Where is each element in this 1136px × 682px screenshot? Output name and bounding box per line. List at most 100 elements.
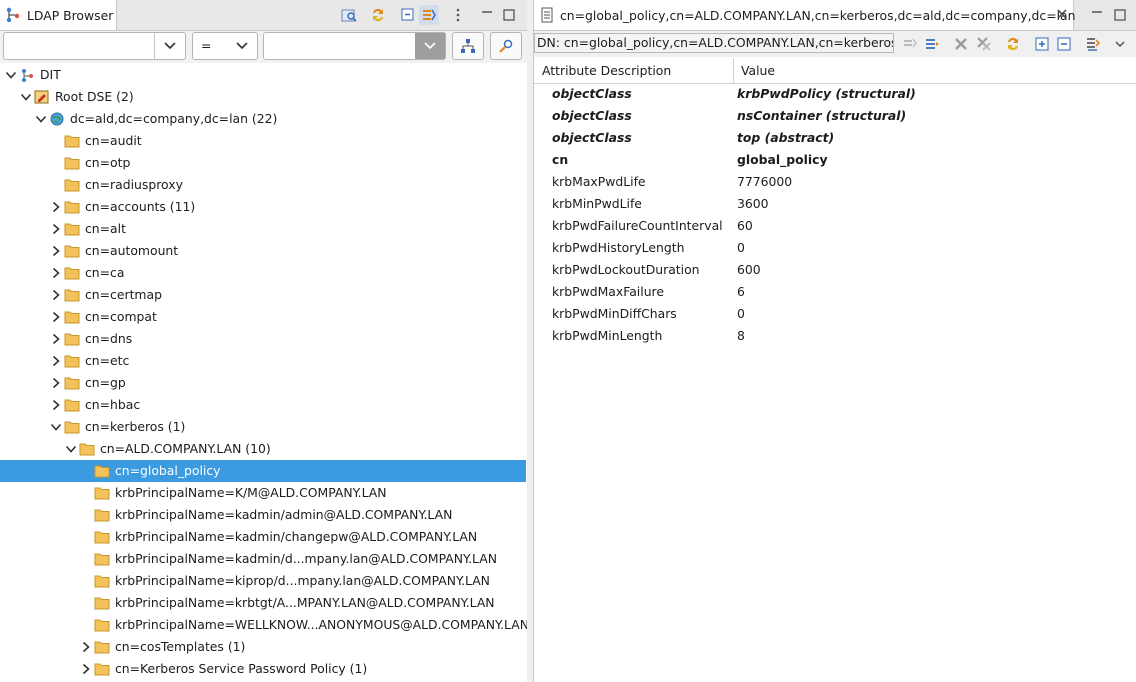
maximize-button[interactable]	[499, 5, 519, 25]
tree-node[interactable]: krbPrincipalName=kiprop/d...mpany.lan@AL…	[0, 570, 526, 592]
link-editor-toggle[interactable]	[419, 5, 439, 25]
refresh-button[interactable]	[368, 5, 388, 25]
column-header-value[interactable]: Value	[741, 63, 775, 78]
attribute-value[interactable]: 0	[737, 306, 745, 321]
tree-node[interactable]: cn=otp	[0, 152, 526, 174]
chevron-right-icon[interactable]	[49, 222, 63, 236]
tab-ldap-browser[interactable]: LDAP Browser	[0, 0, 117, 30]
tree-node[interactable]: krbPrincipalName=K/M@ALD.COMPANY.LAN	[0, 482, 526, 504]
attribute-value[interactable]: 600	[737, 262, 761, 277]
chevron-right-icon[interactable]	[49, 398, 63, 412]
attribute-value[interactable]: 6	[737, 284, 745, 299]
chevron-down-icon[interactable]	[227, 33, 257, 59]
attribute-value[interactable]: top (abstract)	[737, 130, 834, 145]
tree-node[interactable]: krbPrincipalName=kadmin/d...mpany.lan@AL…	[0, 548, 526, 570]
dn-field[interactable]: DN: cn=global_policy,cn=ALD.COMPANY.LAN,…	[534, 33, 894, 53]
attribute-value[interactable]: 8	[737, 328, 745, 343]
tree-node[interactable]: cn=gp	[0, 372, 526, 394]
link-with-editor-button[interactable]	[339, 5, 359, 25]
chevron-down-icon[interactable]	[415, 33, 445, 59]
chevron-right-icon[interactable]	[49, 354, 63, 368]
expand-tree-button[interactable]	[1032, 34, 1052, 54]
chevron-right-icon[interactable]	[49, 200, 63, 214]
tree-node[interactable]: krbPrincipalName=kadmin/changepw@ALD.COM…	[0, 526, 526, 548]
chevron-right-icon[interactable]	[79, 640, 93, 654]
attribute-row[interactable]: objectClass krbPwdPolicy (structural)	[534, 83, 1136, 105]
chevron-right-icon[interactable]	[49, 266, 63, 280]
tree-node[interactable]: cn=radiusproxy	[0, 174, 526, 196]
collapse-tree-button[interactable]	[1054, 34, 1074, 54]
view-menu-button[interactable]	[448, 5, 468, 25]
minimize-button[interactable]	[477, 5, 497, 25]
attribute-row[interactable]: krbPwdMinLength 8	[534, 325, 1136, 347]
maximize-button[interactable]	[1110, 5, 1130, 25]
tree-node[interactable]: cn=alt	[0, 218, 526, 240]
tree-node[interactable]: cn=cosTemplates (1)	[0, 636, 526, 658]
chevron-down-icon[interactable]	[19, 90, 33, 104]
chevron-right-icon[interactable]	[49, 288, 63, 302]
tab-entry-editor[interactable]: cn=global_policy,cn=ALD.COMPANY.LAN,cn=k…	[534, 0, 1075, 30]
attribute-row[interactable]: krbPwdFailureCountInterval 60	[534, 215, 1136, 237]
chevron-down-icon[interactable]	[64, 442, 78, 456]
tree-node[interactable]: cn=hbac	[0, 394, 526, 416]
expand-all-button[interactable]	[900, 34, 920, 54]
tree-node[interactable]: dc=ald,dc=company,dc=lan (22)	[0, 108, 526, 130]
attribute-row[interactable]: objectClass top (abstract)	[534, 127, 1136, 149]
attribute-value[interactable]: 60	[737, 218, 753, 233]
attribute-value[interactable]: nsContainer (structural)	[737, 108, 906, 123]
attribute-value[interactable]: 7776000	[737, 174, 792, 189]
close-icon[interactable]	[1056, 8, 1068, 23]
chevron-down-icon[interactable]	[49, 420, 63, 434]
tree-node[interactable]: cn=accounts (11)	[0, 196, 526, 218]
operator-combo[interactable]: =	[192, 32, 258, 60]
search-base-button[interactable]	[452, 32, 484, 60]
attribute-row[interactable]: krbPwdMaxFailure 6	[534, 281, 1136, 303]
chevron-right-icon[interactable]	[49, 376, 63, 390]
tree-node[interactable]: cn=compat	[0, 306, 526, 328]
collapse-all-button[interactable]	[398, 5, 418, 25]
column-divider[interactable]	[733, 58, 734, 83]
column-header-attribute[interactable]: Attribute Description	[542, 63, 671, 78]
tree-node[interactable]: DIT	[0, 64, 526, 86]
tree-node[interactable]: krbPrincipalName=krbtgt/A...MPANY.LAN@AL…	[0, 592, 526, 614]
attribute-row[interactable]: krbPwdHistoryLength 0	[534, 237, 1136, 259]
tree-node[interactable]: cn=dns	[0, 328, 526, 350]
attribute-row[interactable]: krbPwdMinDiffChars 0	[534, 303, 1136, 325]
chevron-down-icon[interactable]	[34, 112, 48, 126]
attribute-row[interactable]: cn global_policy	[534, 149, 1136, 171]
tree-node[interactable]: cn=kerberos (1)	[0, 416, 526, 438]
tree-node[interactable]: cn=global_policy	[0, 460, 526, 482]
chevron-right-icon[interactable]	[79, 662, 93, 676]
new-value-button[interactable]	[922, 34, 942, 54]
chevron-right-icon[interactable]	[49, 310, 63, 324]
tree-node[interactable]: Root DSE (2)	[0, 86, 526, 108]
chevron-down-icon[interactable]	[154, 33, 185, 59]
tree-node[interactable]: cn=audit	[0, 130, 526, 152]
attribute-value[interactable]: 3600	[737, 196, 769, 211]
attribute-row[interactable]: krbMaxPwdLife 7776000	[534, 171, 1136, 193]
tree-node[interactable]: cn=certmap	[0, 284, 526, 306]
refresh-button[interactable]	[1003, 34, 1023, 54]
value-combo[interactable]	[263, 32, 446, 60]
tree-node[interactable]: cn=etc	[0, 350, 526, 372]
delete-all-button[interactable]	[974, 34, 994, 54]
attribute-value[interactable]: global_policy	[737, 152, 828, 167]
delete-button[interactable]	[951, 34, 971, 54]
attribute-row[interactable]: krbPwdLockoutDuration 600	[534, 259, 1136, 281]
tree-node[interactable]: krbPrincipalName=kadmin/admin@ALD.COMPAN…	[0, 504, 526, 526]
tree-node[interactable]: krbPrincipalName=WELLKNOW...ANONYMOUS@AL…	[0, 614, 529, 636]
attribute-combo[interactable]	[3, 32, 186, 60]
tree-node[interactable]: cn=ca	[0, 262, 526, 284]
chevron-right-icon[interactable]	[49, 332, 63, 346]
attribute-row[interactable]: krbMinPwdLife 3600	[534, 193, 1136, 215]
minimize-button[interactable]	[1087, 5, 1107, 25]
tree-node[interactable]: cn=automount	[0, 240, 526, 262]
chevron-down-icon[interactable]	[4, 68, 18, 82]
attribute-row[interactable]: objectClass nsContainer (structural)	[534, 105, 1136, 127]
show-operational-button[interactable]	[1083, 34, 1103, 54]
attribute-value[interactable]: krbPwdPolicy (structural)	[737, 86, 916, 101]
chevron-right-icon[interactable]	[49, 244, 63, 258]
editor-menu-button[interactable]	[1110, 34, 1130, 54]
tree-node[interactable]: cn=Kerberos Service Password Policy (1)	[0, 658, 526, 680]
run-search-button[interactable]	[490, 32, 522, 60]
